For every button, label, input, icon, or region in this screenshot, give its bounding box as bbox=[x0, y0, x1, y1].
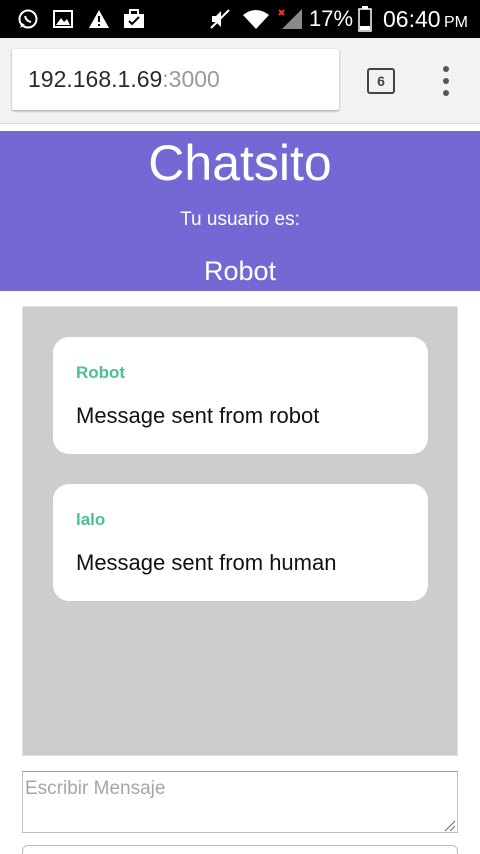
url-port: :3000 bbox=[162, 66, 220, 92]
image-icon bbox=[52, 7, 74, 31]
app-title: Chatsito bbox=[148, 135, 332, 191]
tab-switcher-button[interactable]: 6 bbox=[367, 68, 395, 94]
overflow-menu-icon[interactable] bbox=[436, 66, 456, 96]
message-input[interactable] bbox=[22, 771, 458, 833]
briefcase-icon bbox=[122, 7, 146, 31]
chat-header: Chatsito Tu usuario es: Robot bbox=[0, 131, 480, 291]
whatsapp-icon bbox=[16, 7, 40, 31]
user-caption: Tu usuario es: bbox=[180, 209, 300, 230]
resize-handle-icon[interactable] bbox=[442, 818, 456, 832]
mute-icon bbox=[208, 7, 234, 31]
messages-panel[interactable]: Robot Message sent from robot lalo Messa… bbox=[22, 306, 458, 756]
clock-time: 06:40 bbox=[383, 6, 441, 32]
message-card: lalo Message sent from human bbox=[53, 484, 428, 601]
message-text: Message sent from robot bbox=[76, 403, 320, 428]
url-host: 192.168.1.69 bbox=[28, 66, 163, 92]
warning-icon bbox=[87, 7, 111, 31]
url-bar[interactable]: 192.168.1.69:3000 bbox=[12, 49, 339, 110]
message-author: Robot bbox=[76, 363, 126, 382]
battery-percent: 17% bbox=[309, 6, 354, 31]
send-button[interactable] bbox=[22, 845, 458, 854]
status-bar: 17% 06:40 PM bbox=[0, 0, 480, 38]
battery-icon bbox=[357, 6, 373, 32]
signal-icon bbox=[276, 7, 304, 31]
clock-ampm: PM bbox=[444, 14, 468, 31]
wifi-icon bbox=[241, 7, 271, 31]
message-card: Robot Message sent from robot bbox=[53, 337, 428, 454]
current-user-name: Robot bbox=[203, 256, 277, 286]
message-text: Message sent from human bbox=[76, 550, 337, 575]
message-author: lalo bbox=[76, 510, 106, 529]
browser-toolbar: 192.168.1.69:3000 6 bbox=[0, 38, 480, 124]
